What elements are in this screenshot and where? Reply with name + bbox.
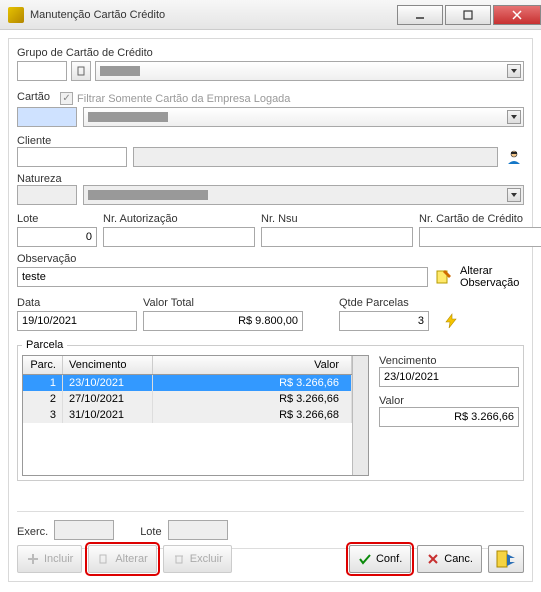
exerc-display [54,520,114,540]
natureza-code-input[interactable] [17,185,77,205]
grupo-combo[interactable] [95,61,524,81]
incluir-button[interactable]: Incluir [17,545,82,573]
label-grupo: Grupo de Cartão de Crédito [17,47,524,59]
label-cartao: Cartão [17,91,50,103]
person-icon [505,148,523,166]
check-icon [358,552,372,566]
exit-button[interactable] [488,545,524,573]
trash-icon [172,552,186,566]
parcela-table: Parc. Vencimento Valor 1 23/10/2021 R$ 3… [22,355,369,476]
label-cliente: Cliente [17,135,51,147]
x-icon [426,552,440,566]
canc-button[interactable]: Canc. [417,545,482,573]
table-row[interactable]: 3 31/10/2021 R$ 3.266,68 [23,407,352,423]
lote2-display [168,520,228,540]
col-vencimento[interactable]: Vencimento [63,356,153,374]
lightning-icon [443,313,459,329]
close-button[interactable] [493,5,541,25]
observacao-input[interactable] [17,267,428,287]
data-input[interactable] [17,311,137,331]
label-observacao: Observação [17,253,76,265]
separator [17,511,524,512]
table-header: Parc. Vencimento Valor [23,356,352,375]
label-nr-nsu: Nr. Nsu [261,213,413,225]
label-lote2: Lote [140,526,161,538]
cliente-code-input[interactable] [17,147,127,167]
vencimento-side-input[interactable] [379,367,519,387]
label-filtrar: Filtrar Somente Cartão da Empresa Logada [77,93,290,105]
app-icon [8,7,24,23]
label-valor-side: Valor [379,395,404,407]
main-frame: Grupo de Cartão de Crédito Cartão ✓ Filt… [8,38,533,582]
label-alterar-obs: Alterar Observação [460,265,524,289]
plus-icon [26,552,40,566]
window-title: Manutenção Cartão Crédito [30,9,395,21]
parcela-group: Parcela Parc. Vencimento Valor [17,339,524,481]
nr-nsu-input[interactable] [261,227,413,247]
excluir-button[interactable]: Excluir [163,545,232,573]
chevron-down-icon [507,110,521,124]
label-nr-cartao: Nr. Cartão de Crédito [419,213,541,225]
grupo-code-input[interactable] [17,61,67,81]
checkbox-icon: ✓ [60,92,73,105]
table-row[interactable]: 1 23/10/2021 R$ 3.266,66 [23,375,352,391]
label-nr-autorizacao: Nr. Autorização [103,213,255,225]
action-bar: Incluir Alterar Excluir Conf. Canc. [17,545,524,573]
label-qtde-parcelas: Qtde Parcelas [339,297,429,309]
edit-icon [97,552,111,566]
chevron-down-icon [507,188,521,202]
label-lote: Lote [17,213,97,225]
cartao-code-input[interactable] [17,107,77,127]
col-parc[interactable]: Parc. [23,356,63,374]
label-parcela: Parcela [22,339,67,351]
grupo-lookup-button[interactable] [71,61,91,81]
table-body: 1 23/10/2021 R$ 3.266,66 2 27/10/2021 R$… [23,375,352,475]
note-edit-icon [435,268,453,286]
table-row[interactable]: 2 27/10/2021 R$ 3.266,66 [23,391,352,407]
minimize-button[interactable] [397,5,443,25]
chevron-down-icon [507,64,521,78]
label-natureza: Natureza [17,173,62,185]
maximize-button[interactable] [445,5,491,25]
alterar-observacao-button[interactable] [434,267,454,287]
valor-total-input[interactable] [143,311,303,331]
cliente-name-display [133,147,498,167]
nr-autorizacao-input[interactable] [103,227,255,247]
label-vencimento-side: Vencimento [379,355,436,367]
table-scrollbar[interactable] [352,356,368,475]
nr-cartao-input[interactable] [419,227,541,247]
window-titlebar: Manutenção Cartão Crédito [0,0,541,30]
door-exit-icon [495,549,517,569]
alterar-button[interactable]: Alterar [88,545,156,573]
conf-button[interactable]: Conf. [349,545,411,573]
filtrar-checkbox[interactable]: ✓ Filtrar Somente Cartão da Empresa Loga… [60,92,290,105]
col-valor[interactable]: Valor [153,356,352,374]
label-valor-total: Valor Total [143,297,303,309]
valor-side-input[interactable] [379,407,519,427]
recalc-button[interactable] [441,311,461,331]
cliente-lookup-button[interactable] [504,147,524,167]
label-exerc: Exerc. [17,526,48,538]
qtde-parcelas-input[interactable] [339,311,429,331]
cartao-combo[interactable] [83,107,524,127]
lote-input[interactable] [17,227,97,247]
label-data: Data [17,297,137,309]
natureza-combo[interactable] [83,185,524,205]
